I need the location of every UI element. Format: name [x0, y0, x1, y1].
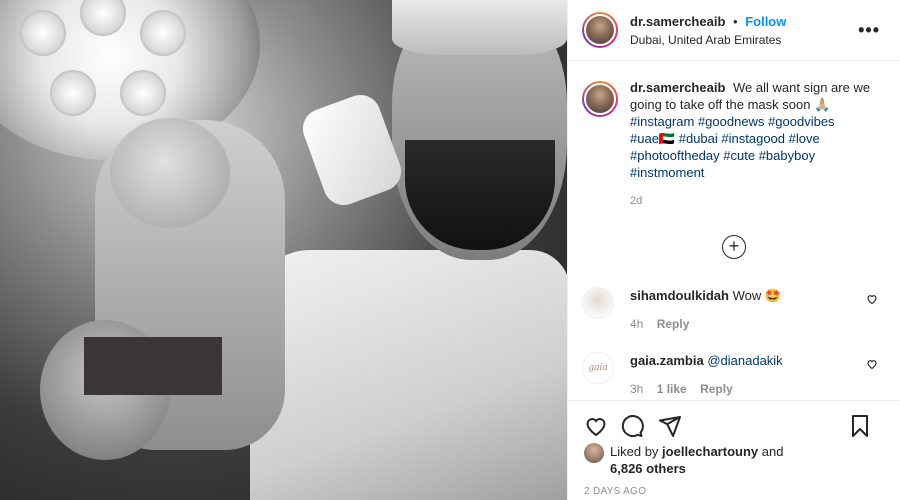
hashtag[interactable]: #goodvibes [768, 114, 835, 129]
commenter-avatar[interactable] [582, 287, 614, 319]
hashtag[interactable]: #instagood [721, 131, 785, 146]
surgical-mask [297, 89, 407, 211]
separator-dot: • [733, 13, 738, 29]
comment-emoji: 🤩 [764, 288, 782, 303]
post-age[interactable]: 2 DAYS AGO [584, 486, 646, 497]
hashtag[interactable]: #love [789, 131, 820, 146]
author-username[interactable]: dr.samercheaib [630, 14, 725, 29]
doctor-gown [250, 250, 567, 500]
likes-summary: Liked by joellechartouny and 6,826 other… [584, 443, 783, 477]
share-icon[interactable] [658, 414, 682, 438]
action-bar [568, 400, 900, 440]
hashtag[interactable]: #uae [630, 131, 659, 146]
hashtag[interactable]: #instmoment [630, 165, 704, 180]
comment-icon[interactable] [620, 414, 644, 438]
likes-prefix: Liked by [610, 444, 659, 459]
likes-conj: and [761, 444, 784, 459]
comment-item: gaia gaia.zambia @dianadakik 3h 1 like R… [582, 352, 892, 396]
hashtag[interactable]: #babyboy [759, 148, 815, 163]
commenter-username[interactable]: sihamdoulkidah [630, 288, 729, 303]
post-panel: dr.samercheaib • Follow Dubai, United Ar… [567, 0, 900, 500]
liker-username[interactable]: joellechartouny [662, 444, 758, 459]
surgical-cap [392, 0, 567, 55]
heart-icon[interactable] [866, 358, 878, 370]
comment-time[interactable]: 4h [630, 317, 643, 331]
author-avatar[interactable] [582, 12, 618, 48]
hashtag[interactable]: #instagram [630, 114, 694, 129]
post-photo[interactable] [0, 0, 567, 500]
plus-circle-icon[interactable]: + [722, 235, 746, 259]
more-icon[interactable]: ••• [858, 20, 880, 41]
heart-icon[interactable] [584, 414, 608, 438]
reply-button[interactable]: Reply [700, 382, 733, 396]
caption-username[interactable]: dr.samercheaib [630, 80, 725, 95]
heart-icon[interactable] [866, 293, 878, 305]
bookmark-icon[interactable] [848, 414, 872, 438]
avatar-logo-text: gaia [588, 363, 608, 373]
baby-head [110, 118, 230, 228]
flag-emoji: 🇦🇪 [658, 131, 676, 146]
caption-emoji: 🙏🏼 [814, 97, 831, 112]
post-caption: dr.samercheaib We all want sign are we g… [568, 61, 900, 210]
mention-link[interactable]: @dianadakik [707, 353, 782, 368]
commenter-username[interactable]: gaia.zambia [630, 353, 704, 368]
post-header: dr.samercheaib • Follow Dubai, United Ar… [568, 0, 900, 61]
follow-button[interactable]: Follow [745, 14, 786, 29]
censor-block [84, 337, 222, 395]
commenter-avatar[interactable]: gaia [582, 352, 614, 384]
liker-avatar[interactable] [584, 443, 604, 463]
hashtag[interactable]: #dubai [679, 131, 718, 146]
hashtag[interactable]: #cute [723, 148, 755, 163]
likes-count[interactable]: 6,826 others [610, 461, 686, 476]
hashtag[interactable]: #photooftheday [630, 148, 720, 163]
comment-likes[interactable]: 1 like [657, 382, 687, 396]
reply-button[interactable]: Reply [657, 317, 690, 331]
comment-text: Wow [732, 288, 762, 303]
hashtag[interactable]: #goodnews [698, 114, 765, 129]
caption-avatar[interactable] [582, 81, 618, 117]
comment-time[interactable]: 3h [630, 382, 643, 396]
comment-item: sihamdoulkidah Wow 🤩 4h Reply [582, 287, 892, 331]
post-location[interactable]: Dubai, United Arab Emirates [630, 33, 786, 47]
caption-time[interactable]: 2d [630, 193, 884, 210]
